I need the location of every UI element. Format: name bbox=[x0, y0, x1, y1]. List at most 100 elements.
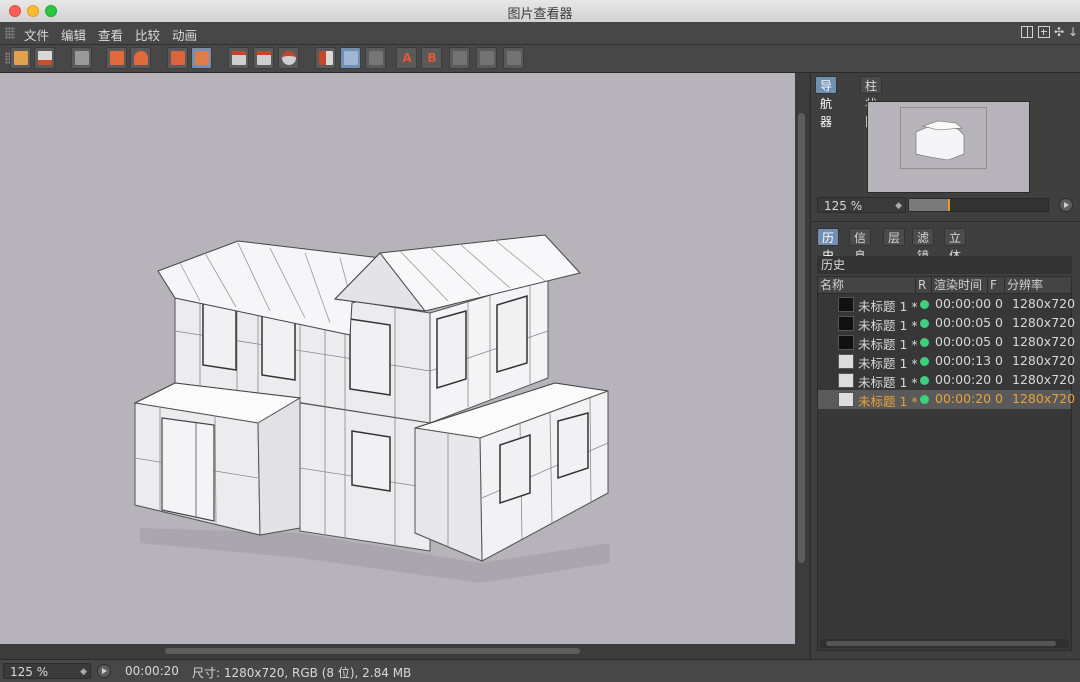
history-row[interactable]: 未标题 1 * 00:00:13 0 1280x720 bbox=[818, 352, 1075, 371]
ab-compare-button[interactable] bbox=[315, 47, 336, 69]
status-image-info: 尺寸: 1280x720, RGB (8 位), 2.84 MB bbox=[192, 666, 412, 680]
history-scroll-thumb[interactable] bbox=[826, 641, 1056, 646]
tab-info[interactable]: 信息 bbox=[849, 228, 872, 263]
row-name: 未标题 1 * bbox=[858, 318, 918, 333]
row-resolution: 1280x720 bbox=[1012, 296, 1076, 311]
history-thumbnail bbox=[838, 373, 854, 388]
history-row[interactable]: 未标题 1 * 00:00:20 0 1280x720 bbox=[818, 371, 1075, 390]
viewport-vertical-scrollbar[interactable] bbox=[795, 73, 809, 644]
navigator-expand-button[interactable] bbox=[1059, 198, 1073, 212]
tab-history[interactable]: 历史 bbox=[817, 228, 840, 263]
history-thumbnail bbox=[838, 316, 854, 331]
menu-animation[interactable]: 动画 bbox=[172, 25, 197, 44]
vertical-scroll-thumb[interactable] bbox=[798, 113, 805, 563]
set-a-button[interactable]: A bbox=[396, 47, 417, 69]
window-title: 图片查看器 bbox=[507, 7, 573, 22]
status-bar: 125 % ◆ 00:00:20 尺寸: 1280x720, RGB (8 位)… bbox=[0, 659, 1080, 682]
row-name: 未标题 1 * bbox=[858, 356, 918, 371]
row-f: 0 bbox=[995, 372, 1003, 387]
row-resolution: 1280x720 bbox=[1012, 372, 1076, 387]
history-row[interactable]: 未标题 1 * 00:00:05 0 1280x720 bbox=[818, 333, 1075, 352]
expand-panel-icon[interactable]: ↓ bbox=[1068, 25, 1078, 39]
view-a-button[interactable] bbox=[228, 47, 249, 69]
row-f: 0 bbox=[995, 296, 1003, 311]
stop-render-button[interactable] bbox=[71, 47, 92, 69]
history-thumbnail bbox=[838, 354, 854, 369]
menu-edit[interactable]: 编辑 bbox=[61, 25, 86, 44]
row-resolution: 1280x720 bbox=[1012, 353, 1076, 368]
menu-file[interactable]: 文件 bbox=[24, 25, 49, 44]
view-b-button[interactable] bbox=[253, 47, 274, 69]
row-time: 00:00:00 bbox=[935, 296, 992, 311]
history-row-selected[interactable]: 未标题 1 * 00:00:20 0 1280x720 bbox=[818, 390, 1075, 409]
column-render-time[interactable]: 渲染时间 bbox=[932, 277, 988, 293]
status-dot-icon bbox=[920, 319, 929, 328]
history-row[interactable]: 未标题 1 * 00:00:00 0 1280x720 bbox=[818, 295, 1075, 314]
filter-one-button[interactable] bbox=[449, 47, 470, 69]
paste-image-button[interactable] bbox=[191, 47, 212, 69]
image-viewport[interactable] bbox=[0, 73, 795, 644]
tab-histogram[interactable]: 柱状图 bbox=[860, 76, 883, 129]
copy-image-button[interactable] bbox=[167, 47, 188, 69]
status-zoom-field[interactable]: 125 % ◆ bbox=[3, 663, 91, 679]
history-thumbnail bbox=[838, 297, 854, 312]
viewport-horizontal-scrollbar[interactable] bbox=[0, 644, 809, 658]
title-bar: 图片查看器 bbox=[0, 0, 1080, 23]
navigator-zoom-field[interactable]: 125 % ◆ bbox=[817, 197, 906, 213]
move-panel-icon[interactable]: ✣ bbox=[1054, 25, 1064, 39]
new-panel-icon[interactable] bbox=[1038, 26, 1050, 38]
ab-split-button[interactable] bbox=[340, 47, 361, 69]
row-resolution: 1280x720 bbox=[1012, 334, 1076, 349]
column-f[interactable]: F bbox=[988, 277, 1005, 293]
column-r[interactable]: R bbox=[916, 277, 932, 293]
row-f: 0 bbox=[995, 391, 1003, 406]
status-dot-icon bbox=[920, 300, 929, 309]
row-name: 未标题 1 * bbox=[858, 375, 918, 390]
set-b-button[interactable]: B bbox=[421, 47, 442, 69]
render-region-button[interactable] bbox=[106, 47, 127, 69]
row-resolution: 1280x720 bbox=[1012, 315, 1076, 330]
view-ab-button[interactable] bbox=[278, 47, 299, 69]
zoom-slider-handle[interactable] bbox=[948, 199, 950, 211]
menu-view[interactable]: 查看 bbox=[98, 25, 123, 44]
panel-layout-icon[interactable] bbox=[1021, 26, 1033, 38]
status-dot-icon bbox=[920, 376, 929, 385]
filter-three-button[interactable] bbox=[503, 47, 524, 69]
status-dot-icon bbox=[920, 395, 929, 404]
save-file-button[interactable] bbox=[34, 47, 55, 69]
row-name: 未标题 1 * bbox=[858, 394, 918, 409]
status-zoom-spinner-icon[interactable]: ◆ bbox=[80, 664, 87, 680]
tab-filters[interactable]: 滤镜 bbox=[912, 228, 935, 263]
row-name: 未标题 1 * bbox=[858, 337, 918, 352]
history-horizontal-scrollbar[interactable] bbox=[820, 639, 1069, 648]
navigator-zoom-slider[interactable] bbox=[908, 198, 1049, 212]
grip-icon bbox=[5, 27, 15, 39]
zoom-slider-fill bbox=[909, 199, 948, 211]
zoom-spinner-icon[interactable]: ◆ bbox=[895, 198, 902, 214]
render-object-button[interactable] bbox=[130, 47, 151, 69]
ab-swap-button[interactable] bbox=[365, 47, 386, 69]
row-f: 0 bbox=[995, 315, 1003, 330]
history-list[interactable]: 名称 R 渲染时间 F 分辨率 未标题 1 * 00:00:00 0 1280x… bbox=[817, 276, 1075, 651]
filter-two-button[interactable] bbox=[476, 47, 497, 69]
tab-navigator[interactable]: 导航器 bbox=[815, 76, 838, 129]
history-row[interactable]: 未标题 1 * 00:00:05 0 1280x720 bbox=[818, 314, 1075, 333]
history-thumbnail bbox=[838, 392, 854, 407]
play-button[interactable] bbox=[97, 664, 111, 678]
navigator-thumbnail bbox=[915, 120, 965, 161]
history-header: 名称 R 渲染时间 F 分辨率 bbox=[818, 277, 1071, 294]
menu-compare[interactable]: 比较 bbox=[135, 25, 160, 44]
sidebar-panel: 导航器 柱状图 125 % ◆ 历史 信息 层 滤镜 立体 历史 名称 R 渲染… bbox=[810, 73, 1080, 659]
status-time: 00:00:20 bbox=[125, 664, 179, 678]
tab-stereo[interactable]: 立体 bbox=[944, 228, 967, 263]
status-zoom-value: 125 % bbox=[10, 665, 49, 679]
open-file-button[interactable] bbox=[10, 47, 31, 69]
column-name[interactable]: 名称 bbox=[818, 277, 916, 293]
history-section-title: 历史 bbox=[817, 256, 1072, 274]
navigator-preview[interactable] bbox=[867, 101, 1030, 193]
row-time: 00:00:13 bbox=[935, 353, 992, 368]
column-resolution[interactable]: 分辨率 bbox=[1005, 277, 1071, 293]
tab-layers[interactable]: 层 bbox=[883, 228, 906, 246]
horizontal-scroll-thumb[interactable] bbox=[165, 648, 580, 654]
status-dot-icon bbox=[920, 338, 929, 347]
